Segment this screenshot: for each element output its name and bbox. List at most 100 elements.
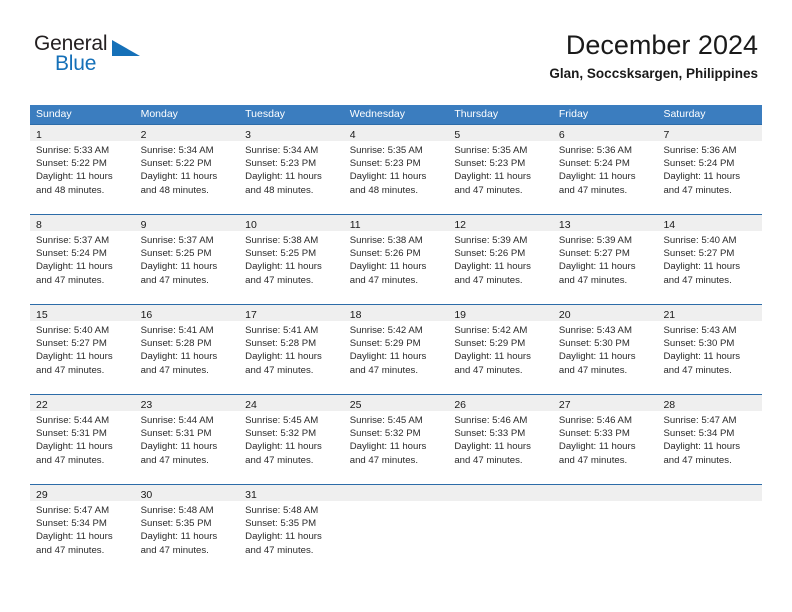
day-cell[interactable]: 17 Sunrise: 5:41 AM Sunset: 5:28 PM Dayl…	[239, 305, 344, 394]
daylight-text-line2: and 48 minutes.	[36, 184, 105, 196]
day-cell[interactable]: 22 Sunrise: 5:44 AM Sunset: 5:31 PM Dayl…	[30, 395, 135, 484]
day-number-band: 6	[552, 125, 658, 141]
day-number: 4	[349, 129, 356, 141]
daylight-text-line2: and 47 minutes.	[245, 544, 314, 556]
day-cell[interactable]: 3 Sunrise: 5:34 AM Sunset: 5:23 PM Dayli…	[239, 125, 344, 214]
sunset-text: Sunset: 5:26 PM	[454, 248, 526, 260]
day-number-band: 21	[657, 305, 763, 321]
day-cell[interactable]: 24 Sunrise: 5:45 AM Sunset: 5:32 PM Dayl…	[239, 395, 344, 484]
day-cell[interactable]: 26 Sunrise: 5:46 AM Sunset: 5:33 PM Dayl…	[448, 395, 553, 484]
day-cell[interactable]: 5 Sunrise: 5:35 AM Sunset: 5:23 PM Dayli…	[448, 125, 553, 214]
day-number: 28	[663, 399, 676, 411]
day-cell[interactable]: 29 Sunrise: 5:47 AM Sunset: 5:34 PM Dayl…	[30, 485, 135, 574]
daylight-text-line2: and 47 minutes.	[245, 274, 314, 286]
sunset-text: Sunset: 5:31 PM	[140, 428, 212, 440]
daylight-text-line2: and 47 minutes.	[558, 454, 628, 466]
sunset-text: Sunset: 5:27 PM	[663, 248, 735, 260]
sunrise-text: Sunrise: 5:42 AM	[349, 325, 423, 336]
week-row: 29 Sunrise: 5:47 AM Sunset: 5:34 PM Dayl…	[30, 484, 763, 574]
day-cell[interactable]: 23 Sunrise: 5:44 AM Sunset: 5:31 PM Dayl…	[134, 395, 240, 484]
day-number: 15	[36, 309, 48, 321]
daylight-text-line1: Daylight: 11 hours	[140, 171, 218, 183]
location-subtitle: Glan, Soccsksargen, Philippines	[549, 66, 758, 81]
daylight-text-line1: Daylight: 11 hours	[454, 171, 531, 183]
day-number-band: 29	[30, 485, 135, 501]
week-row: 1 Sunrise: 5:33 AM Sunset: 5:22 PM Dayli…	[30, 124, 763, 214]
daylight-text-line2: and 47 minutes.	[454, 274, 523, 286]
sunrise-text: Sunrise: 5:37 AM	[140, 235, 214, 246]
day-number-band: 8	[30, 215, 135, 231]
daylight-text-line1: Daylight: 11 hours	[245, 531, 322, 543]
day-number: 30	[140, 489, 153, 501]
sunrise-text: Sunrise: 5:39 AM	[454, 235, 528, 246]
day-cell[interactable]: 19 Sunrise: 5:42 AM Sunset: 5:29 PM Dayl…	[448, 305, 553, 394]
day-number-band: 9	[134, 215, 240, 231]
day-cell[interactable]: 6 Sunrise: 5:36 AM Sunset: 5:24 PM Dayli…	[552, 125, 658, 214]
daylight-text-line2: and 48 minutes.	[140, 184, 209, 196]
day-number: 3	[245, 129, 251, 141]
day-number: 8	[36, 219, 42, 231]
daylight-text-line2: and 47 minutes.	[140, 544, 209, 556]
day-details: Sunrise: 5:46 AM Sunset: 5:33 PM Dayligh…	[448, 411, 553, 467]
week-row: 15 Sunrise: 5:40 AM Sunset: 5:27 PM Dayl…	[30, 304, 763, 394]
day-number: 12	[454, 219, 466, 231]
day-cell[interactable]: 11 Sunrise: 5:38 AM Sunset: 5:26 PM Dayl…	[343, 215, 449, 304]
weekday-header-monday: Monday	[140, 108, 178, 120]
day-cell[interactable]: 10 Sunrise: 5:38 AM Sunset: 5:25 PM Dayl…	[239, 215, 344, 304]
day-cell-empty	[448, 485, 553, 574]
day-cell[interactable]: 14 Sunrise: 5:40 AM Sunset: 5:27 PM Dayl…	[657, 215, 763, 304]
day-number-band	[343, 485, 449, 501]
weekday-header-wednesday: Wednesday	[349, 108, 405, 120]
day-cell[interactable]: 21 Sunrise: 5:43 AM Sunset: 5:30 PM Dayl…	[657, 305, 763, 394]
daylight-text-line2: and 47 minutes.	[663, 364, 732, 376]
sunset-text: Sunset: 5:24 PM	[36, 248, 107, 260]
day-cell[interactable]: 28 Sunrise: 5:47 AM Sunset: 5:34 PM Dayl…	[657, 395, 763, 484]
day-cell[interactable]: 7 Sunrise: 5:36 AM Sunset: 5:24 PM Dayli…	[657, 125, 763, 214]
day-cell[interactable]: 27 Sunrise: 5:46 AM Sunset: 5:33 PM Dayl…	[552, 395, 658, 484]
day-cell[interactable]: 13 Sunrise: 5:39 AM Sunset: 5:27 PM Dayl…	[552, 215, 658, 304]
daylight-text-line2: and 47 minutes.	[349, 454, 419, 466]
triangle-logo-icon	[112, 40, 140, 56]
day-number: 26	[454, 399, 466, 411]
day-cell[interactable]: 8 Sunrise: 5:37 AM Sunset: 5:24 PM Dayli…	[30, 215, 135, 304]
day-details: Sunrise: 5:35 AM Sunset: 5:23 PM Dayligh…	[344, 141, 449, 197]
day-cell[interactable]: 31 Sunrise: 5:48 AM Sunset: 5:35 PM Dayl…	[239, 485, 344, 574]
sunrise-text: Sunrise: 5:44 AM	[36, 415, 110, 426]
sunset-text: Sunset: 5:30 PM	[558, 338, 630, 350]
day-cell[interactable]: 9 Sunrise: 5:37 AM Sunset: 5:25 PM Dayli…	[134, 215, 240, 304]
daylight-text-line1: Daylight: 11 hours	[349, 171, 427, 183]
sunrise-text: Sunrise: 5:37 AM	[36, 235, 110, 246]
sunrise-text: Sunrise: 5:34 AM	[140, 145, 214, 156]
day-cell[interactable]: 12 Sunrise: 5:39 AM Sunset: 5:26 PM Dayl…	[448, 215, 553, 304]
daylight-text-line2: and 48 minutes.	[245, 184, 314, 196]
day-cell[interactable]: 2 Sunrise: 5:34 AM Sunset: 5:22 PM Dayli…	[134, 125, 240, 214]
day-cell[interactable]: 4 Sunrise: 5:35 AM Sunset: 5:23 PM Dayli…	[343, 125, 449, 214]
daylight-text-line2: and 47 minutes.	[663, 184, 732, 196]
daylight-text-line2: and 47 minutes.	[245, 364, 314, 376]
day-cell[interactable]: 18 Sunrise: 5:42 AM Sunset: 5:29 PM Dayl…	[343, 305, 449, 394]
page-header: General Blue December 2024 Glan, Soccsks…	[34, 28, 758, 94]
day-cell[interactable]: 20 Sunrise: 5:43 AM Sunset: 5:30 PM Dayl…	[552, 305, 658, 394]
day-cell[interactable]: 15 Sunrise: 5:40 AM Sunset: 5:27 PM Dayl…	[30, 305, 135, 394]
weekday-header-row: Sunday Monday Tuesday Wednesday Thursday…	[30, 105, 762, 124]
day-number: 20	[558, 309, 571, 321]
sunrise-text: Sunrise: 5:43 AM	[558, 325, 632, 336]
day-cell[interactable]: 25 Sunrise: 5:45 AM Sunset: 5:32 PM Dayl…	[343, 395, 449, 484]
brand-logo[interactable]: General Blue	[34, 32, 154, 84]
sunset-text: Sunset: 5:24 PM	[663, 158, 735, 170]
daylight-text-line2: and 47 minutes.	[558, 364, 628, 376]
day-number-band: 14	[657, 215, 763, 231]
sunset-text: Sunset: 5:32 PM	[245, 428, 317, 440]
daylight-text-line1: Daylight: 11 hours	[36, 261, 113, 273]
sunrise-text: Sunrise: 5:42 AM	[454, 325, 528, 336]
sunset-text: Sunset: 5:32 PM	[349, 428, 421, 440]
day-cell[interactable]: 30 Sunrise: 5:48 AM Sunset: 5:35 PM Dayl…	[134, 485, 240, 574]
sunset-text: Sunset: 5:22 PM	[140, 158, 212, 170]
day-cell[interactable]: 16 Sunrise: 5:41 AM Sunset: 5:28 PM Dayl…	[134, 305, 240, 394]
day-cell-empty	[657, 485, 763, 574]
daylight-text-line2: and 47 minutes.	[558, 184, 628, 196]
day-cell[interactable]: 1 Sunrise: 5:33 AM Sunset: 5:22 PM Dayli…	[30, 125, 135, 214]
sunset-text: Sunset: 5:23 PM	[454, 158, 526, 170]
day-number-band	[552, 485, 658, 501]
weekday-header-saturday: Saturday	[663, 108, 706, 120]
